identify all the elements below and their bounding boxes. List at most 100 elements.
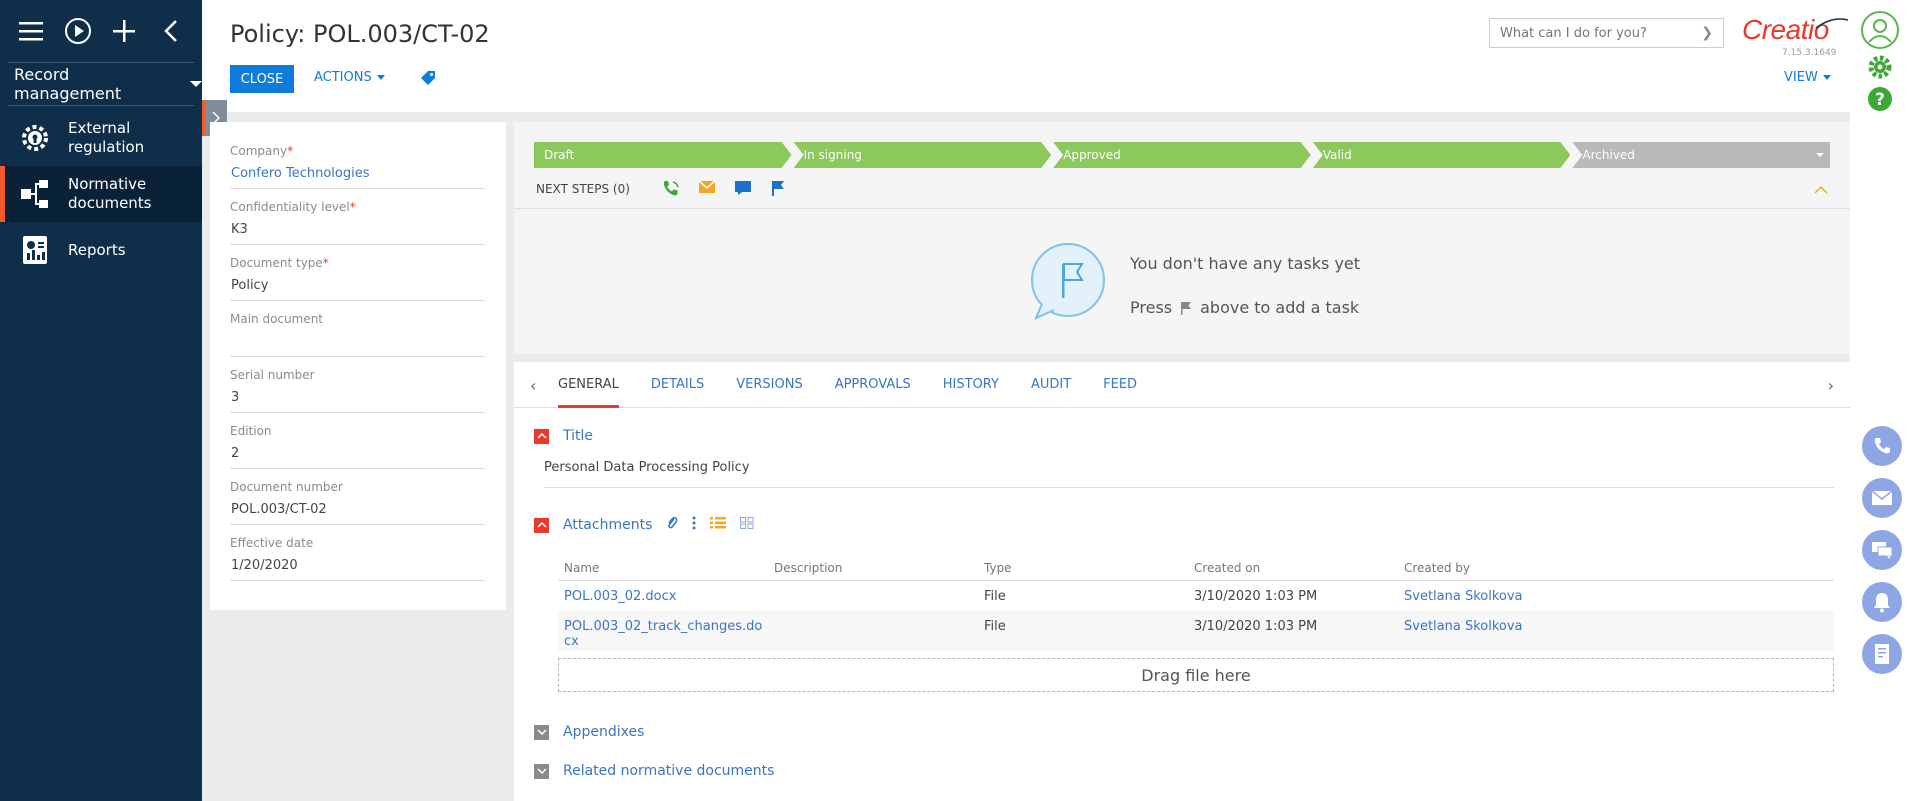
column-header[interactable]: Name <box>558 556 768 581</box>
attachments-group-header[interactable]: Attachments <box>534 517 652 533</box>
sidebar-item-normative-documents[interactable]: Normative documents <box>0 166 202 222</box>
report-icon <box>18 233 52 267</box>
tab-approvals[interactable]: APPROVALS <box>819 362 927 408</box>
paperclip-icon[interactable] <box>666 516 678 530</box>
logo-swoosh-icon <box>1814 16 1850 34</box>
view-label: VIEW <box>1784 70 1818 85</box>
tab-versions[interactable]: VERSIONS <box>720 362 818 408</box>
attachment-type: File <box>978 611 1188 651</box>
appendixes-group-header[interactable]: Appendixes <box>534 724 644 740</box>
search-input[interactable] <box>1500 25 1702 41</box>
attachment-name-link[interactable]: POL.003_02.docx <box>558 580 768 611</box>
attachment-created-by-link[interactable]: Svetlana Skolkova <box>1398 611 1834 651</box>
column-header[interactable]: Created on <box>1188 556 1398 581</box>
serial-number-input[interactable]: 3 <box>230 390 485 413</box>
collapse-up-icon[interactable] <box>1814 184 1828 199</box>
command-search[interactable]: ❯ <box>1489 18 1724 48</box>
document-feed-icon[interactable] <box>1862 634 1902 674</box>
main-document-input[interactable] <box>230 334 485 357</box>
close-button[interactable]: CLOSE <box>230 65 294 93</box>
table-row[interactable]: POL.003_02_track_changes.docx File 3/10/… <box>558 611 1834 651</box>
column-header[interactable]: Type <box>978 556 1188 581</box>
user-profile-icon[interactable] <box>1859 10 1901 50</box>
stage-approved[interactable]: Approved <box>1053 142 1311 168</box>
view-button[interactable]: VIEW <box>1784 70 1831 85</box>
collapse-sidebar-icon[interactable] <box>155 15 187 47</box>
system-designer-gear-icon[interactable] <box>1859 54 1901 80</box>
actions-button[interactable]: ACTIONS <box>314 70 385 85</box>
field-label: Edition <box>230 424 272 438</box>
email-icon[interactable] <box>698 180 716 198</box>
stage-archived[interactable]: Archived <box>1572 142 1830 168</box>
actions-label: ACTIONS <box>314 70 372 85</box>
tabs-scroll-right-icon[interactable]: › <box>1828 376 1834 395</box>
edition-input[interactable]: 2 <box>230 446 485 469</box>
column-header[interactable]: Description <box>768 556 978 581</box>
add-icon[interactable] <box>108 15 140 47</box>
chevron-down-icon <box>1822 75 1831 80</box>
tab-feed[interactable]: FEED <box>1087 362 1153 408</box>
required-marker: * <box>322 256 329 270</box>
column-header[interactable]: Created by <box>1398 556 1834 581</box>
effective-date-input[interactable]: 1/20/2020 <box>230 558 485 581</box>
sidebar-item-reports[interactable]: Reports <box>0 222 202 278</box>
table-row[interactable]: POL.003_02.docx File 3/10/2020 1:03 PM S… <box>558 580 1834 611</box>
email-icon[interactable] <box>1862 478 1902 518</box>
flag-icon[interactable] <box>770 180 786 198</box>
chevron-right-icon[interactable]: ❯ <box>1701 25 1713 41</box>
svg-text:?: ? <box>1875 90 1885 110</box>
tag-icon[interactable] <box>420 70 436 90</box>
phone-icon[interactable] <box>1862 426 1902 466</box>
empty-tasks-flag-icon <box>1028 242 1108 326</box>
notification-bell-icon[interactable] <box>1862 582 1902 622</box>
tab-audit[interactable]: AUDIT <box>1015 362 1087 408</box>
tab-details[interactable]: DETAILS <box>635 362 720 408</box>
title-input[interactable]: Personal Data Processing Policy <box>544 460 1834 488</box>
call-icon[interactable] <box>662 180 680 198</box>
stage-in-signing[interactable]: In signing <box>794 142 1052 168</box>
attachments-table: Name Description Type Created on Created… <box>558 556 1834 651</box>
field-label: Effective date <box>230 536 314 550</box>
tile-view-icon[interactable] <box>740 517 754 529</box>
field-label-text: Company <box>230 144 288 158</box>
tabs-scroll-left-icon[interactable]: ‹ <box>530 376 536 395</box>
field-label: Document number <box>230 480 343 494</box>
attachment-description <box>768 611 978 651</box>
stage-draft[interactable]: Draft <box>534 142 792 168</box>
more-options-icon[interactable] <box>692 516 696 530</box>
attachment-created-by-link[interactable]: Svetlana Skolkova <box>1398 580 1834 611</box>
confidentiality-level-input[interactable]: K3 <box>230 222 485 245</box>
field-label: Serial number <box>230 368 315 382</box>
related-documents-group-header[interactable]: Related normative documents <box>534 763 774 779</box>
chevron-down-icon <box>190 81 202 87</box>
serial-number-field: Serial number 3 <box>230 368 485 413</box>
gear-shield-icon <box>18 121 52 155</box>
workplace-selector[interactable]: Record management <box>0 63 202 105</box>
file-dropzone[interactable]: Drag file here <box>558 658 1834 692</box>
tab-general[interactable]: GENERAL <box>558 362 619 408</box>
stage-label: Archived <box>1582 148 1635 162</box>
tab-list: GENERAL DETAILS VERSIONS APPROVALS HISTO… <box>558 362 1153 408</box>
hint-after: above to add a task <box>1200 298 1360 317</box>
chat-icon[interactable] <box>1862 530 1902 570</box>
list-view-icon[interactable] <box>710 517 726 529</box>
chat-icon[interactable] <box>734 180 752 198</box>
tab-history[interactable]: HISTORY <box>927 362 1015 408</box>
process-play-icon[interactable] <box>62 15 94 47</box>
hamburger-menu-icon[interactable] <box>15 15 47 47</box>
document-type-input[interactable]: Policy <box>230 278 485 301</box>
group-title: Attachments <box>563 517 653 533</box>
document-number-input[interactable]: POL.003/CT-02 <box>230 502 485 525</box>
company-lookup[interactable]: Confero Technologies <box>230 166 485 189</box>
document-number-field: Document number POL.003/CT-02 <box>230 480 485 525</box>
chevron-down-icon <box>1815 153 1824 157</box>
communication-panel: ? <box>1850 0 1910 801</box>
sidebar-item-external-regulation[interactable]: External regulation <box>0 110 202 166</box>
stage-valid[interactable]: Valid <box>1313 142 1571 168</box>
stage-bar: Draft In signing Approved Valid Archived <box>534 142 1832 168</box>
title-group-header[interactable]: Title <box>534 428 593 444</box>
record-fields-panel: Company* Confero Technologies Confidenti… <box>210 122 506 610</box>
attachment-name-link[interactable]: POL.003_02_track_changes.docx <box>558 611 768 651</box>
help-icon[interactable]: ? <box>1859 86 1901 112</box>
small-flag-icon <box>1180 301 1192 315</box>
